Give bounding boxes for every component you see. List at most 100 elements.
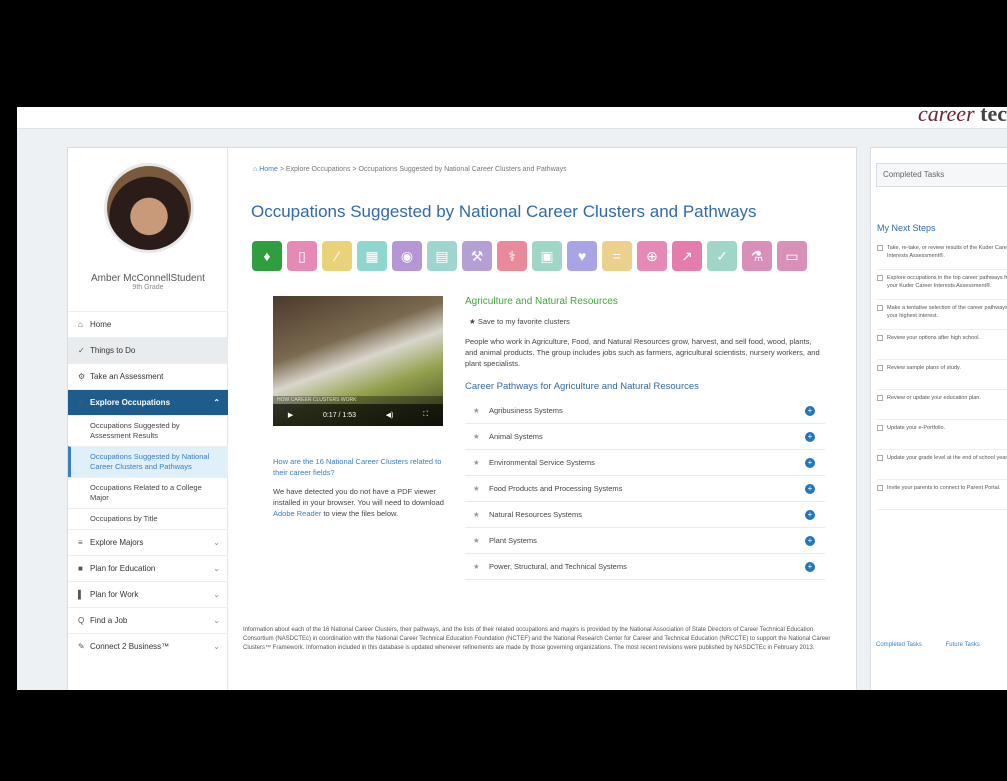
app-page: career tec Amber McConnellStudent 9th Gr… [17, 107, 1007, 690]
cluster-name: Agriculture and Natural Resources [465, 296, 618, 307]
sidebar-item-plan-education[interactable]: ■ Plan for Education ⌄ [68, 555, 228, 581]
pathway-row[interactable]: ★ Power, Structural, and Technical System… [465, 554, 825, 580]
step-checkbox[interactable] [877, 335, 883, 341]
video-title: HOW CAREER CLUSTERS WORK [273, 396, 443, 404]
adobe-reader-link[interactable]: Adobe Reader [273, 509, 321, 518]
next-step-item: Update your e-Portfolio. [877, 420, 1007, 450]
breadcrumb-separator: > [279, 166, 284, 173]
step-text: Review or update your education plan. [887, 395, 981, 401]
next-step-item: Invite your parents to connect to Parent… [877, 480, 1007, 510]
page-title: Occupations Suggested by National Career… [251, 202, 757, 221]
star-icon[interactable]: ★ [473, 406, 489, 415]
volume-icon[interactable]: ◀) [386, 411, 394, 419]
cluster-tile-icon[interactable]: ◉ [392, 241, 422, 271]
cluster-tile-icon[interactable]: ▯ [287, 241, 317, 271]
sidebar-item-explore-majors[interactable]: ≡ Explore Majors ⌄ [68, 529, 228, 555]
step-checkbox[interactable] [877, 485, 883, 491]
sidebar-item-connect-business[interactable]: ✎ Connect 2 Business™ ⌄ [68, 633, 228, 659]
step-checkbox[interactable] [877, 395, 883, 401]
sidebar-item-label: Take an Assessment [90, 372, 164, 381]
star-icon[interactable]: ★ [473, 458, 489, 467]
location-pin-icon: ● [78, 398, 83, 407]
sidebar-item-plan-work[interactable]: ▌ Plan for Work ⌄ [68, 581, 228, 607]
cluster-tile-icon[interactable]: ▣ [532, 241, 562, 271]
fullscreen-icon[interactable]: ⛶ [423, 411, 428, 419]
cluster-tile-icon[interactable]: ⚗ [742, 241, 772, 271]
brand-bar: career tec [17, 107, 1007, 129]
avatar[interactable] [104, 163, 194, 253]
sidebar-nav: ⌂ Home ✓ Things to Do ⚙ Take an Assessment … [68, 311, 228, 659]
cluster-tile-icon[interactable]: ✓ [707, 241, 737, 271]
expand-plus-icon[interactable]: + [805, 510, 815, 520]
expand-plus-icon[interactable]: + [805, 458, 815, 468]
sidebar-subitem-college-major[interactable]: Occupations Related to a College Major [68, 477, 228, 508]
sidebar-subitem-by-title[interactable]: Occupations by Title [68, 508, 228, 529]
future-tasks-link[interactable]: Future Tasks [946, 642, 980, 648]
step-checkbox[interactable] [877, 425, 883, 431]
expand-plus-icon[interactable]: + [805, 406, 815, 416]
pathways-heading: Career Pathways for Agriculture and Natu… [465, 381, 699, 392]
pathway-row[interactable]: ★ Natural Resources Systems + [465, 502, 825, 528]
star-icon[interactable]: ★ [473, 510, 489, 519]
task-links: Completed Tasks Future Tasks [876, 642, 1002, 648]
cluster-tile-icon[interactable]: ⁄ [322, 241, 352, 271]
pathway-name: Plant Systems [489, 536, 537, 545]
cluster-tile-icon[interactable]: = [602, 241, 632, 271]
next-step-item: Review sample plans of study. [877, 360, 1007, 390]
expand-plus-icon[interactable]: + [805, 536, 815, 546]
sidebar-item-label: Explore Occupations [90, 398, 171, 407]
completed-tasks-link[interactable]: Completed Tasks [876, 642, 922, 648]
sidebar-item-find-job[interactable]: Q Find a Job ⌄ [68, 607, 228, 633]
brand-logo: career tec [918, 107, 1007, 126]
step-checkbox[interactable] [877, 455, 883, 461]
next-steps-list: Take, re-take, or review results of the … [877, 240, 1007, 510]
user-grade: 9th Grade [132, 284, 164, 291]
expand-plus-icon[interactable]: + [805, 562, 815, 572]
sidebar-item-label: Connect 2 Business™ [90, 642, 170, 651]
cluster-tile-icon[interactable]: ♦ [252, 241, 282, 271]
step-checkbox[interactable] [877, 275, 883, 281]
video-question-link[interactable]: How are the 16 National Career Clusters … [273, 456, 448, 478]
step-checkbox[interactable] [877, 365, 883, 371]
star-icon[interactable]: ★ [473, 432, 489, 441]
cluster-tile-icon[interactable]: ▤ [427, 241, 457, 271]
step-text: Update your grade level at the end of sc… [887, 455, 1007, 461]
breadcrumb-home[interactable]: Home [259, 166, 278, 173]
next-step-item: Review your options after high school. [877, 330, 1007, 360]
sidebar-item-take-assessment[interactable]: ⚙ Take an Assessment [68, 363, 228, 389]
cluster-tile-icon[interactable]: ⚕ [497, 241, 527, 271]
pathway-row[interactable]: ★ Food Products and Processing Systems + [465, 476, 825, 502]
chevron-down-icon: ⌄ [213, 564, 220, 573]
play-icon[interactable]: ▶ [288, 411, 293, 419]
star-icon[interactable]: ★ [473, 562, 489, 571]
step-checkbox[interactable] [877, 305, 883, 311]
cluster-tile-icon[interactable]: ⊕ [637, 241, 667, 271]
step-checkbox[interactable] [877, 245, 883, 251]
gear-icon: ⚙ [78, 372, 86, 381]
sidebar-item-explore-occupations[interactable]: ● Explore Occupations ⌃ [68, 389, 228, 415]
sidebar-item-home[interactable]: ⌂ Home [68, 311, 228, 337]
cluster-tile-icon[interactable]: ♥ [567, 241, 597, 271]
breadcrumb-explore[interactable]: Explore Occupations [286, 166, 351, 173]
expand-plus-icon[interactable]: + [805, 432, 815, 442]
tab-completed-tasks[interactable]: Completed Tasks [876, 163, 1007, 187]
expand-plus-icon[interactable]: + [805, 484, 815, 494]
pathway-row[interactable]: ★ Agribusiness Systems + [465, 398, 825, 424]
cluster-tile-icon[interactable]: ▭ [777, 241, 807, 271]
pathway-row[interactable]: ★ Animal Systems + [465, 424, 825, 450]
cluster-tile-icon[interactable]: ↗ [672, 241, 702, 271]
sidebar-item-things-to-do[interactable]: ✓ Things to Do [68, 337, 228, 363]
cluster-icon-row: ♦ ▯ ⁄ ▦ ◉ ▤ ⚒ ⚕ ▣ ♥ = ⊕ ↗ ✓ ⚗ ▭ [252, 241, 812, 271]
cluster-tile-icon[interactable]: ⚒ [462, 241, 492, 271]
star-icon[interactable]: ★ [473, 484, 489, 493]
star-icon[interactable]: ★ [473, 536, 489, 545]
sidebar-item-label: Plan for Education [90, 564, 156, 573]
sidebar-subitem-assessment-results[interactable]: Occupations Suggested by Assessment Resu… [68, 415, 228, 446]
favorite-cluster-button[interactable]: ★ Save to my favorite clusters [465, 317, 825, 326]
cluster-tile-icon[interactable]: ▦ [357, 241, 387, 271]
sidebar-subitem-career-clusters[interactable]: Occupations Suggested by National Career… [68, 446, 228, 477]
breadcrumb-separator: > [352, 166, 357, 173]
pathway-row[interactable]: ★ Environmental Service Systems + [465, 450, 825, 476]
video-player[interactable]: HOW CAREER CLUSTERS WORK ▶ 0:17 / 1:53 ◀… [273, 296, 443, 426]
pathway-row[interactable]: ★ Plant Systems + [465, 528, 825, 554]
